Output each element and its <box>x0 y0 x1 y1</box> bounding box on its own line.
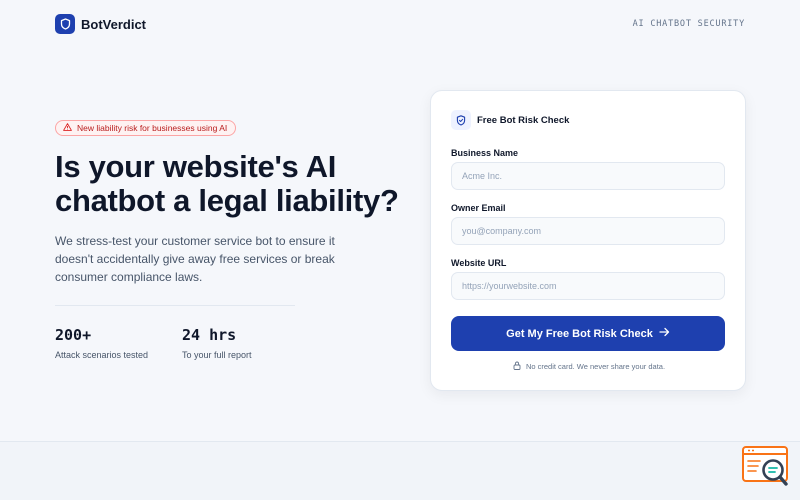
brand-tagline: AI CHATBOT SECURITY <box>632 19 745 29</box>
submit-button[interactable]: Get My Free Bot Risk Check <box>451 316 725 351</box>
stat-scenarios: 200+ Attack scenarios tested <box>55 326 148 360</box>
alert-badge: New liability risk for businesses using … <box>55 120 237 136</box>
form-title: Free Bot Risk Check <box>477 114 570 126</box>
site-header: BotVerdict AI CHATBOT SECURITY <box>0 0 800 50</box>
footer-band <box>0 441 800 500</box>
business-name-label: Business Name <box>451 148 519 158</box>
brand-name: BotVerdict <box>81 16 147 32</box>
hero-description: We stress-test your customer service bot… <box>55 234 335 284</box>
website-url-label: Website URL <box>451 258 507 268</box>
shield-icon <box>451 110 471 130</box>
owner-email-label: Owner Email <box>451 203 506 213</box>
stat-label: To your full report <box>182 350 252 360</box>
stat-turnaround: 24 hrs To your full report <box>182 326 252 360</box>
shield-icon <box>55 14 75 34</box>
alert-badge-text: New liability risk for businesses using … <box>77 123 228 133</box>
page-headline: Is your website's AI chatbot a legal lia… <box>55 149 399 218</box>
submit-button-label: Get My Free Bot Risk Check <box>506 327 653 340</box>
hero-divider <box>55 305 295 306</box>
privacy-note: No credit card. We never share your data… <box>431 361 747 372</box>
stat-label: Attack scenarios tested <box>55 350 149 360</box>
owner-email-input[interactable] <box>451 217 725 245</box>
stat-value: 200+ <box>55 326 92 344</box>
arrow-right-icon <box>659 327 670 340</box>
chat-widget[interactable] <box>741 445 791 489</box>
risk-check-form: Free Bot Risk Check Business Name Owner … <box>430 90 746 391</box>
privacy-note-text: No credit card. We never share your data… <box>525 362 666 371</box>
business-name-input[interactable] <box>451 162 725 190</box>
lock-icon <box>513 361 521 372</box>
form-header: Free Bot Risk Check <box>451 110 569 130</box>
stat-value: 24 hrs <box>182 326 237 344</box>
warning-triangle-icon <box>63 123 72 133</box>
search-chat-icon <box>741 446 791 493</box>
brand-logo[interactable]: BotVerdict <box>55 14 146 34</box>
website-url-input[interactable] <box>451 272 725 300</box>
